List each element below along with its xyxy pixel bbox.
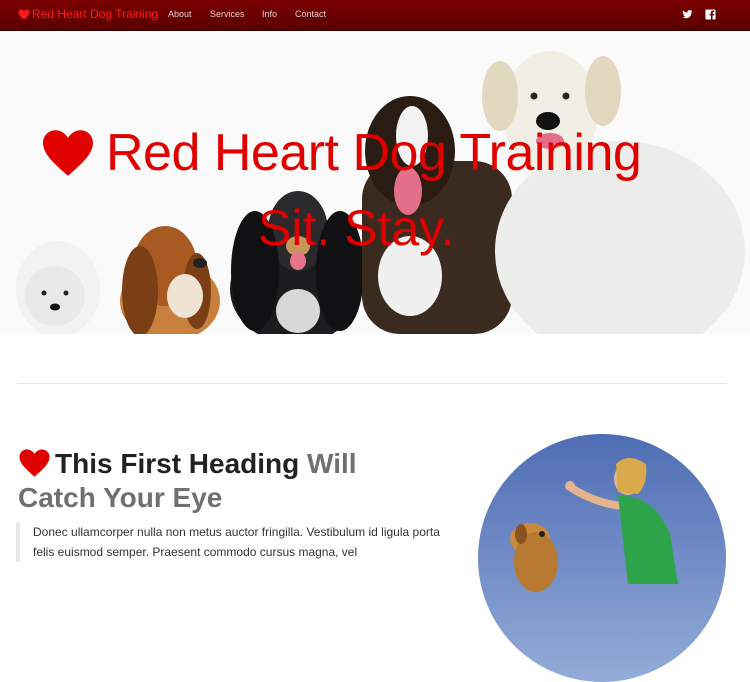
heart-icon [19, 449, 50, 477]
nav-item-contact[interactable]: Contact [295, 9, 326, 19]
featurette-heading: This First Heading Will Catch Your Eye [18, 447, 418, 515]
featurette-image [478, 434, 726, 682]
heart-icon [18, 9, 30, 19]
hero-title: Red Heart Dog Training [40, 123, 642, 183]
facebook-icon[interactable] [705, 9, 716, 20]
nav-item-about[interactable]: About [168, 9, 192, 19]
hero-banner: Red Heart Dog Training Sit. Stay. [0, 31, 750, 334]
twitter-icon[interactable] [682, 9, 693, 20]
navbar: Red Heart Dog Training About Services In… [0, 0, 750, 31]
nav-item-services[interactable]: Services [210, 9, 245, 19]
heart-icon [43, 130, 93, 176]
heading-primary: This First Heading [55, 448, 300, 479]
hero-title-text: Red Heart Dog Training [106, 124, 642, 182]
section-divider [17, 383, 727, 384]
brand-label: Red Heart Dog Training [32, 7, 159, 21]
nav-item-info[interactable]: Info [262, 9, 277, 19]
woman-dog-photo [510, 458, 678, 592]
hero-subtitle: Sit. Stay. [258, 200, 455, 256]
featurette-text: Donec ullamcorper nulla non metus auctor… [16, 522, 453, 562]
brand-link[interactable]: Red Heart Dog Training [18, 7, 158, 21]
